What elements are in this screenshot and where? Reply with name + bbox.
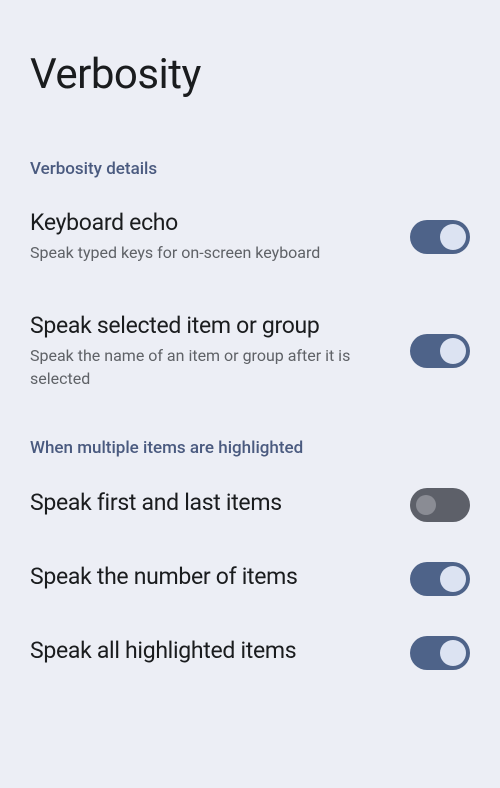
- setting-all-highlighted[interactable]: Speak all highlighted items: [30, 636, 470, 670]
- setting-text: Speak selected item or group Speak the n…: [30, 312, 410, 390]
- toggle-thumb: [440, 566, 466, 592]
- setting-title: Speak first and last items: [30, 489, 390, 516]
- settings-page: Verbosity Verbosity details Keyboard ech…: [0, 0, 500, 740]
- setting-speak-selected[interactable]: Speak selected item or group Speak the n…: [30, 312, 470, 390]
- setting-text: Speak all highlighted items: [30, 637, 410, 670]
- page-title: Verbosity: [30, 50, 470, 99]
- setting-title: Speak the number of items: [30, 563, 390, 590]
- toggle-first-last[interactable]: [410, 488, 470, 522]
- toggle-speak-selected[interactable]: [410, 334, 470, 368]
- toggle-thumb: [440, 224, 466, 250]
- section-header-multiple: When multiple items are highlighted: [30, 438, 470, 458]
- setting-description: Speak the name of an item or group after…: [30, 345, 390, 390]
- toggle-all-highlighted[interactable]: [410, 636, 470, 670]
- setting-first-last[interactable]: Speak first and last items: [30, 488, 470, 522]
- toggle-thumb: [440, 640, 466, 666]
- section-header-details: Verbosity details: [30, 159, 470, 179]
- toggle-keyboard-echo[interactable]: [410, 220, 470, 254]
- setting-number-items[interactable]: Speak the number of items: [30, 562, 470, 596]
- setting-text: Keyboard echo Speak typed keys for on-sc…: [30, 209, 410, 264]
- setting-title: Speak selected item or group: [30, 312, 390, 339]
- setting-keyboard-echo[interactable]: Keyboard echo Speak typed keys for on-sc…: [30, 209, 470, 264]
- setting-title: Speak all highlighted items: [30, 637, 390, 664]
- setting-text: Speak the number of items: [30, 563, 410, 596]
- toggle-thumb: [416, 495, 436, 515]
- toggle-thumb: [440, 338, 466, 364]
- setting-text: Speak first and last items: [30, 489, 410, 522]
- toggle-number-items[interactable]: [410, 562, 470, 596]
- setting-description: Speak typed keys for on-screen keyboard: [30, 242, 390, 264]
- setting-title: Keyboard echo: [30, 209, 390, 236]
